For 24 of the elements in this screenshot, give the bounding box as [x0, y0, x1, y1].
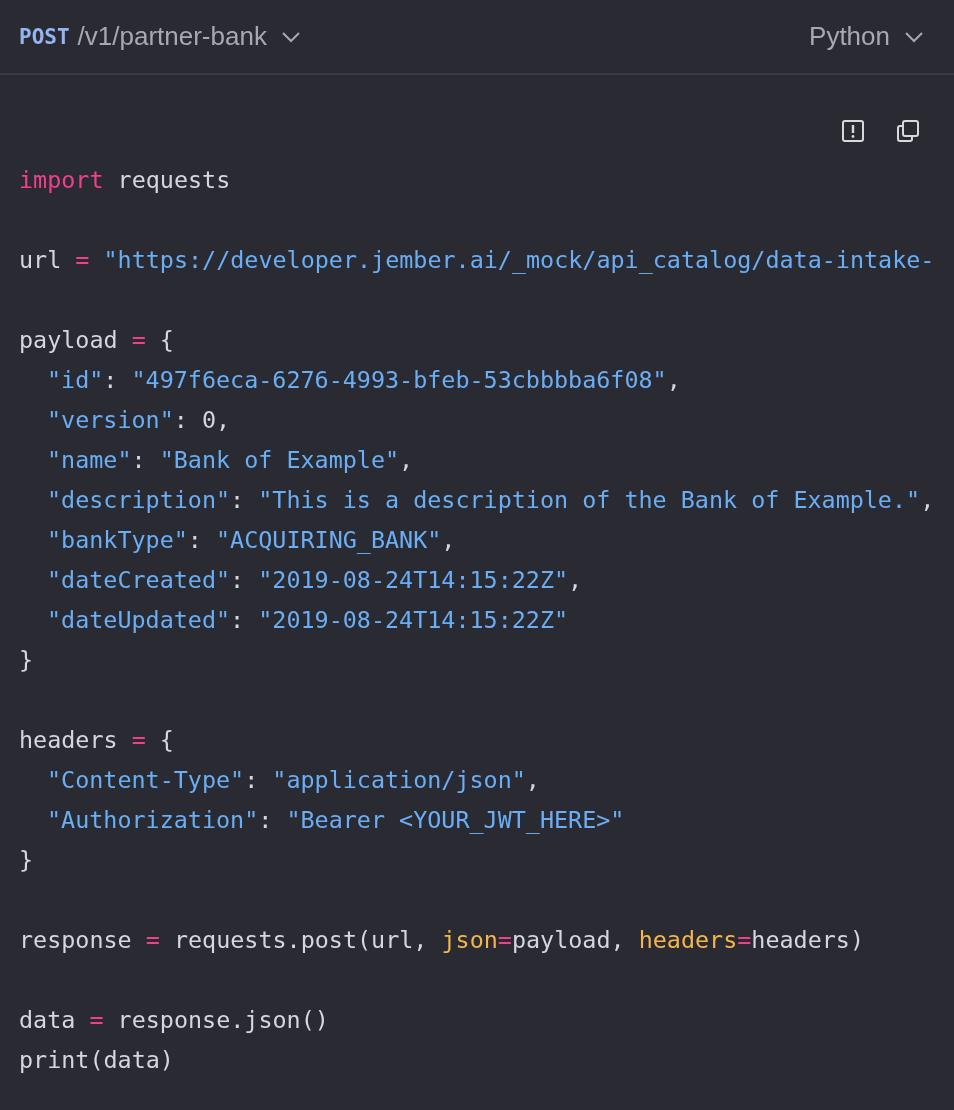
code-line: "dateUpdated": "2019-08-24T14:15:22Z": [46, 605, 569, 636]
code-line: "bankType": "ACQUIRING_BANK",: [46, 525, 456, 556]
chevron-down-icon: [904, 30, 924, 43]
code-line: payload = {: [19, 325, 174, 356]
code-line: import requests: [19, 165, 231, 196]
code-line: "description": "This is a description of the Bank of Example.",: [46, 485, 935, 516]
code-line: data = response.json(): [19, 1005, 329, 1036]
code-line: response = requests.post(url, json=payload, headers=headers): [19, 925, 865, 956]
copy-icon[interactable]: [897, 120, 919, 142]
code-line: "id": "497f6eca-6276-4993-bfeb-53cbbbba6f08",: [46, 365, 681, 396]
code-line: "version": 0,: [46, 405, 231, 436]
code-line: url = "https://developer.jember.ai/_mock/api_catalog/data-intake-: [19, 245, 935, 276]
code-line: }: [19, 645, 34, 676]
report-icon[interactable]: [842, 120, 864, 142]
code-line: "Content-Type": "application/json",: [46, 765, 540, 796]
endpoint-dropdown[interactable]: POST /v1/partner-bank: [19, 19, 301, 54]
code-line: "Authorization": "Bearer <YOUR_JWT_HERE>": [46, 805, 625, 836]
code-line: "name": "Bank of Example",: [46, 445, 414, 476]
language-dropdown[interactable]: Python: [809, 19, 924, 54]
code-line: print(data): [19, 1045, 174, 1076]
chevron-down-icon: [280, 30, 301, 43]
code-line: }: [19, 845, 34, 876]
code-line: headers = {: [19, 725, 174, 756]
code-line: "dateCreated": "2019-08-24T14:15:22Z",: [46, 565, 583, 596]
